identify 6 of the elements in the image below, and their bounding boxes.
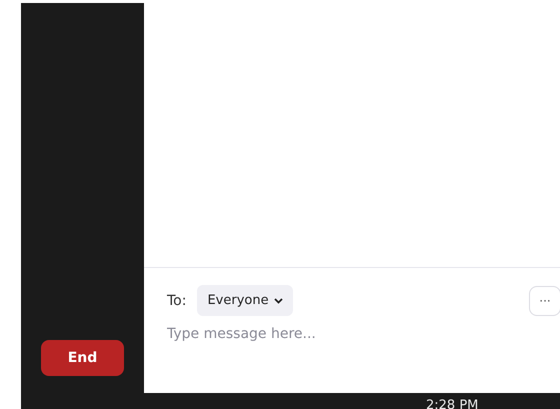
recipient-dropdown[interactable]: Everyone [197,285,293,316]
time-label: 2:28 PM [426,398,478,409]
to-label: To: [167,292,186,308]
more-button[interactable]: ··· [529,286,560,316]
chevron-icon [274,298,283,304]
end-button[interactable]: End [41,340,124,376]
